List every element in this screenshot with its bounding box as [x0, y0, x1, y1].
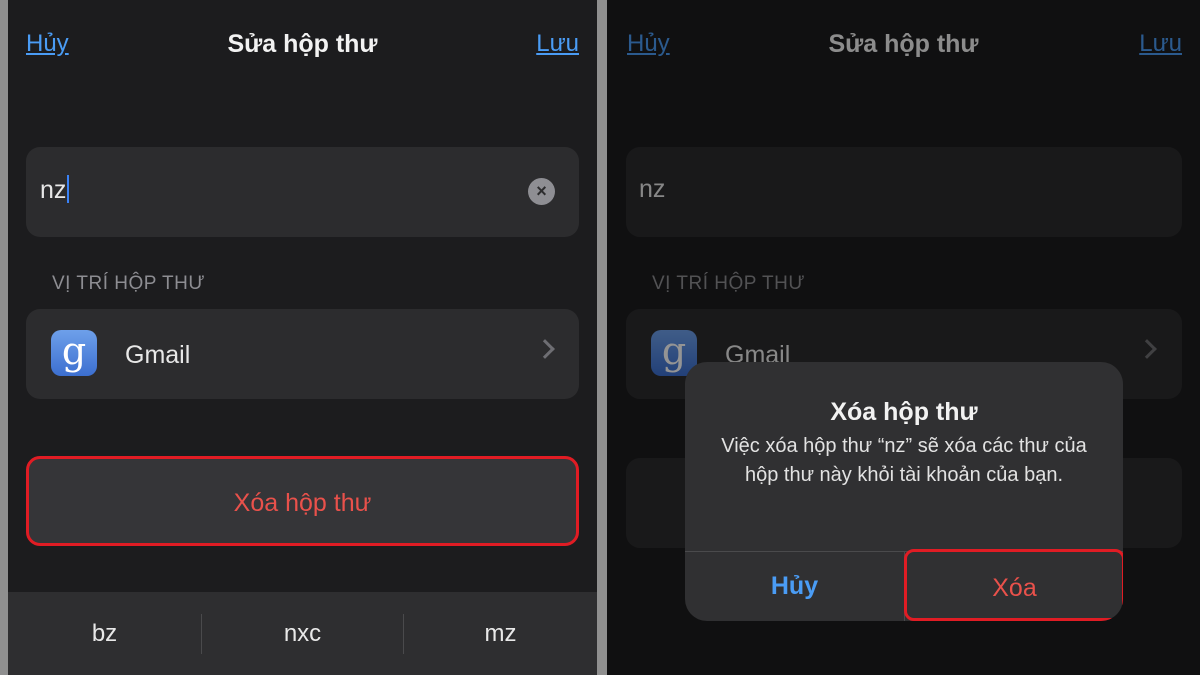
edit-mailbox-screen: Hủy Sửa hộp thư Lưu nz × VỊ TRÍ HỘP THƯ … [8, 0, 597, 675]
page-title: Sửa hộp thư [227, 30, 378, 58]
keyboard-suggestion-bar: bz nxc mz [8, 592, 597, 675]
alert-title: Xóa hộp thư [830, 398, 978, 426]
delete-mailbox-label: Xóa hộp thư [233, 489, 372, 517]
alert-cancel-button[interactable]: Hủy [685, 551, 904, 621]
clear-text-icon[interactable]: × [528, 178, 555, 205]
delete-mailbox-button[interactable]: Xóa hộp thư [26, 456, 579, 546]
text-caret [67, 175, 70, 203]
mailbox-name-input[interactable]: nz [40, 176, 66, 204]
suggestion-item[interactable]: nxc [202, 592, 403, 675]
location-section-label: VỊ TRÍ HỘP THƯ [52, 273, 206, 294]
mailbox-name-field[interactable]: nz × [26, 147, 579, 237]
location-label: Gmail [125, 341, 191, 369]
save-button[interactable]: Lưu [536, 30, 579, 58]
alert-message: Việc xóa hộp thư “nz” sẽ xóa các thư của… [721, 435, 1087, 486]
mailbox-location-row[interactable]: g Gmail [26, 309, 579, 399]
cancel-button[interactable]: Hủy [26, 30, 69, 58]
gmail-icon: g [51, 330, 97, 376]
suggestion-item[interactable]: mz [404, 592, 597, 675]
delete-mailbox-alert: Xóa hộp thư Việc xóa hộp thư “nz” sẽ xóa… [685, 362, 1123, 621]
delete-confirm-screen: Hủy Sửa hộp thư Lưu nz VỊ TRÍ HỘP THƯ g … [607, 0, 1200, 675]
chevron-right-icon [535, 339, 555, 359]
alert-delete-button[interactable]: Xóa [904, 549, 1123, 621]
suggestion-item[interactable]: bz [8, 592, 201, 675]
